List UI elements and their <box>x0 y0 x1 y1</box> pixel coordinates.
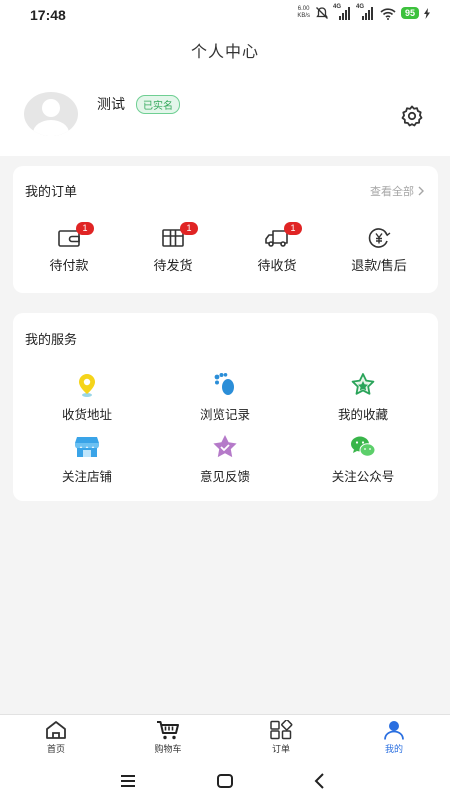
order-label: 待发货 <box>153 258 193 273</box>
tab-orders[interactable]: 订单 <box>241 720 321 755</box>
feedback-star-icon <box>213 435 237 458</box>
service-label: 收货地址 <box>61 408 112 422</box>
service-wechat[interactable]: 关注公众号 <box>308 434 418 485</box>
battery-indicator: 95 <box>400 7 419 19</box>
service-label: 我的收藏 <box>337 408 388 422</box>
wechat-icon <box>351 436 376 457</box>
tab-cart[interactable]: 购物车 <box>128 720 208 755</box>
page-title: 个人中心 <box>190 44 259 61</box>
profile-header: 测试 已实名 <box>0 74 450 156</box>
home-icon <box>46 721 66 739</box>
cart-icon <box>157 721 179 740</box>
menu-icon[interactable] <box>116 769 140 793</box>
status-icons: 6.00 KB/s 4G 4G 95 <box>297 4 430 20</box>
status-time: 17:48 <box>30 7 66 23</box>
location-pin-icon <box>79 374 95 397</box>
service-follow-store[interactable]: 关注店铺 <box>32 434 142 485</box>
tab-mine[interactable]: 我的 <box>354 720 434 755</box>
nav-bar: 个人中心 <box>0 30 450 74</box>
wifi-icon <box>380 7 396 20</box>
username: 测试 <box>97 96 125 112</box>
orders-title: 我的订单 <box>25 184 78 199</box>
orders-card: 我的订单 查看全部 1 待付款 1 待发货 1 待收货 退款/售后 <box>13 166 438 293</box>
order-label: 待付款 <box>49 258 89 273</box>
tab-home[interactable]: 首页 <box>16 720 96 755</box>
order-label: 退款/售后 <box>351 258 407 273</box>
tab-label: 首页 <box>46 744 65 754</box>
services-card: 我的服务 收货地址 浏览记录 我的收藏 关注店铺 意见反馈 关注公众号 <box>13 313 438 501</box>
service-label: 关注店铺 <box>61 470 112 484</box>
footprint-icon <box>214 373 234 395</box>
service-label: 浏览记录 <box>199 408 250 422</box>
view-all-orders-link[interactable]: 查看全部 <box>370 183 424 199</box>
gear-icon[interactable] <box>400 104 424 128</box>
badge-count: 1 <box>76 222 94 235</box>
orders-grid-icon <box>270 720 293 740</box>
star-icon <box>351 373 375 395</box>
service-feedback[interactable]: 意见反馈 <box>170 434 280 485</box>
user-icon <box>384 721 404 740</box>
signal-icon-2: 4G <box>356 4 375 20</box>
mute-bell-icon <box>316 7 328 19</box>
verified-badge: 已实名 <box>136 95 180 114</box>
order-refund-aftersale[interactable]: 退款/售后 <box>329 228 429 274</box>
service-address[interactable]: 收货地址 <box>32 372 142 423</box>
service-history[interactable]: 浏览记录 <box>170 372 280 423</box>
order-pending-shipment[interactable]: 1 待发货 <box>123 222 223 274</box>
order-pending-receipt[interactable]: 1 待收货 <box>227 222 327 274</box>
service-favorites[interactable]: 我的收藏 <box>308 372 418 423</box>
store-icon <box>75 437 99 457</box>
signal-icon-1: 4G <box>333 4 352 20</box>
badge-count: 1 <box>180 222 198 235</box>
service-label: 关注公众号 <box>331 470 395 484</box>
service-label: 意见反馈 <box>199 470 250 484</box>
system-nav-bar <box>0 762 450 800</box>
order-label: 待收货 <box>257 258 297 273</box>
order-pending-payment[interactable]: 1 待付款 <box>19 222 119 274</box>
home-button-icon[interactable] <box>213 769 237 793</box>
tab-label: 订单 <box>271 744 290 754</box>
chevron-right-icon <box>418 186 424 196</box>
tab-label: 我的 <box>384 744 403 754</box>
services-title: 我的服务 <box>25 332 78 347</box>
badge-count: 1 <box>284 222 302 235</box>
back-icon[interactable] <box>308 769 332 793</box>
bottom-tab-bar: 首页 购物车 订单 我的 <box>0 714 450 762</box>
net-speed: 6.00 KB/s <box>297 6 310 19</box>
charging-icon <box>424 7 430 19</box>
tab-label: 购物车 <box>154 744 182 754</box>
avatar[interactable] <box>24 92 78 136</box>
status-bar: 17:48 6.00 KB/s 4G 4G 95 <box>0 0 450 30</box>
refund-icon <box>368 228 391 248</box>
